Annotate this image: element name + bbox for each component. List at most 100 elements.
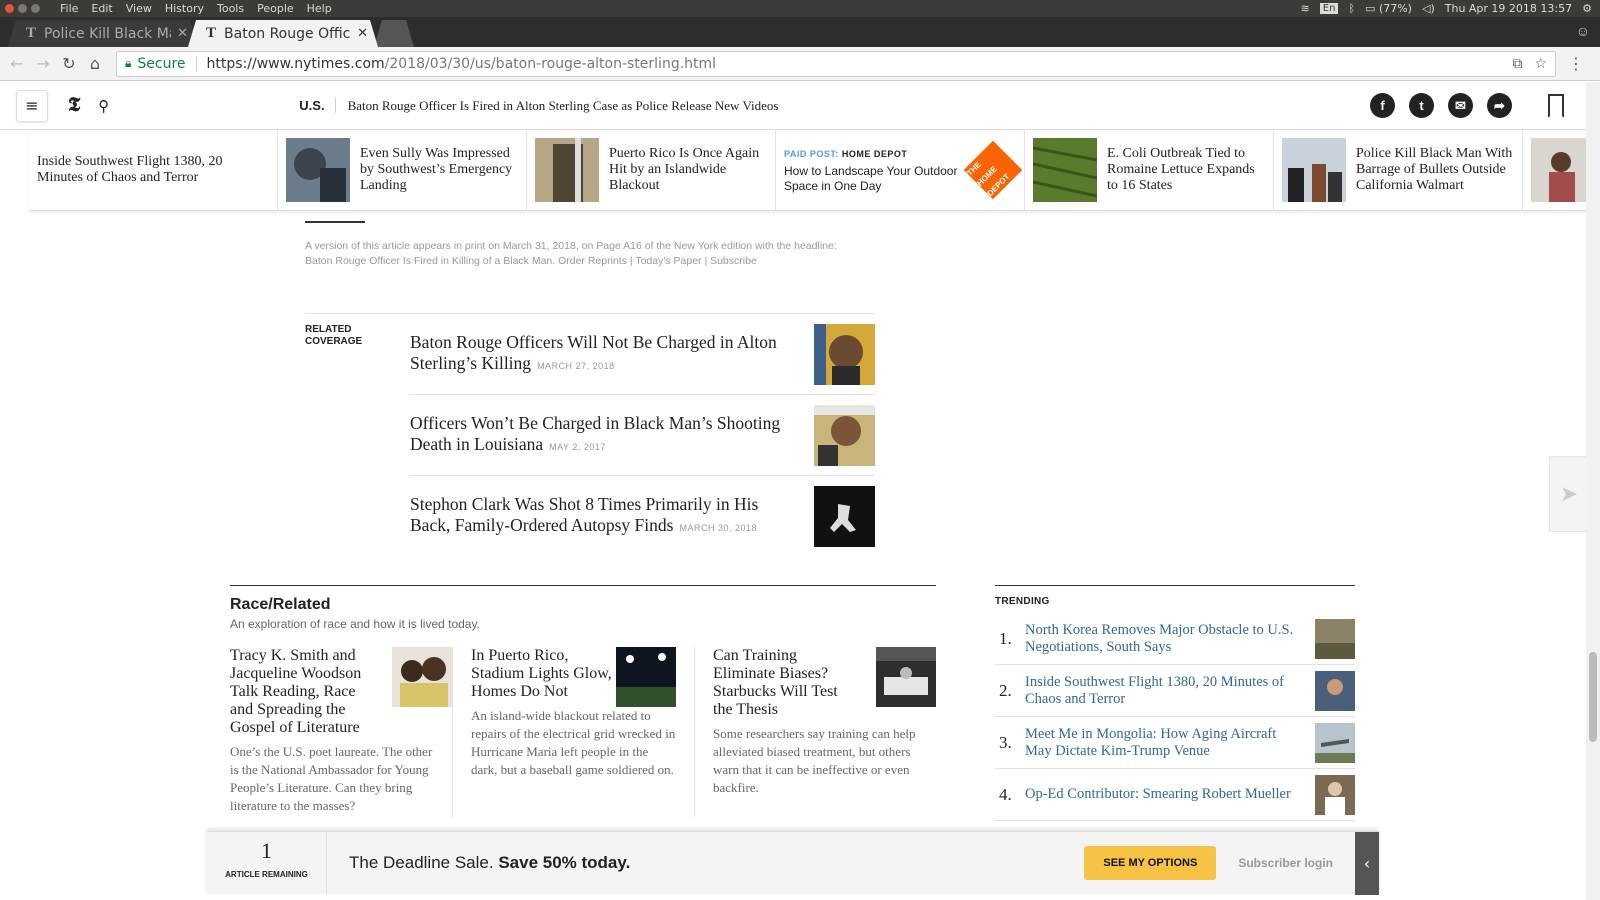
wifi-icon[interactable]: ≋ (1301, 2, 1310, 15)
email-icon[interactable]: ✉ (1448, 93, 1473, 118)
tab-baton-rouge[interactable]: T Baton Rouge Office ✕ (188, 20, 378, 47)
ad-label: PAID POST: HOME DEPOT (784, 146, 960, 162)
bluetooth-icon[interactable]: ᛒ (1348, 2, 1355, 15)
menu-edit[interactable]: Edit (91, 2, 112, 15)
url-text[interactable]: https://www.nytimes.com/2018/03/30/us/ba… (207, 56, 717, 72)
facebook-icon[interactable]: f (1370, 93, 1395, 118)
menu-help[interactable]: Help (307, 2, 332, 15)
race-related-item[interactable]: In Puerto Rico, Stadium Lights Glow, Hom… (452, 647, 694, 817)
race-item-title[interactable]: Can Training Eliminate Biases? Starbucks… (713, 647, 855, 719)
menu-view[interactable]: View (126, 2, 152, 15)
forward-arrow-icon[interactable]: → (30, 54, 56, 73)
ribbon-item-partial[interactable] (1523, 130, 1587, 210)
trending-title[interactable]: Meet Me in Mongolia: How Aging Aircraft … (1025, 726, 1315, 760)
see-my-options-button[interactable]: SEE MY OPTIONS (1084, 846, 1217, 880)
race-related-item[interactable]: Tracy K. Smith and Jacqueline Woodson Ta… (230, 647, 453, 817)
ribbon-title: Police Kill Black Man With Barrage of Bu… (1356, 146, 1513, 193)
trending-rank: 3. (999, 732, 1012, 752)
subscriber-login-link[interactable]: Subscriber login (1238, 856, 1333, 870)
trending-item[interactable]: 1. North Korea Removes Major Obstacle to… (995, 613, 1355, 665)
close-window-icon[interactable] (5, 4, 14, 13)
os-top-bar: File Edit View History Tools People Help… (0, 0, 1600, 17)
ribbon-item[interactable]: Even Sully Was Impressed by Southwest’s … (278, 130, 527, 210)
profile-icon[interactable]: ☺ (1576, 25, 1600, 47)
keyboard-language[interactable]: En (1319, 3, 1339, 14)
race-related-columns: Tracy K. Smith and Jacqueline Woodson Ta… (230, 647, 936, 817)
star-bookmark-icon[interactable]: ☆ (1534, 56, 1547, 72)
scrollbar-thumb[interactable] (1589, 652, 1597, 742)
race-related-item[interactable]: Can Training Eliminate Biases? Starbucks… (694, 647, 936, 817)
menu-people[interactable]: People (257, 2, 294, 15)
related-headline[interactable]: Stephon Clark Was Shot 8 Times Primarily… (410, 494, 790, 539)
related-headline[interactable]: Baton Rouge Officers Will Not Be Charged… (410, 332, 790, 377)
app-menu: File Edit View History Tools People Help (60, 2, 332, 15)
trending-title[interactable]: Op-Ed Contributor: Smearing Robert Muell… (1025, 786, 1315, 803)
battery-indicator[interactable]: ▭ (77%) (1365, 2, 1412, 15)
lock-icon[interactable]: 🔒︎ (125, 56, 131, 71)
settings-gear-icon[interactable]: ⚙ (1582, 2, 1592, 15)
volume-icon[interactable]: ◁) (1422, 2, 1435, 15)
clock[interactable]: Thu Apr 19 2018 13:57 (1445, 2, 1572, 15)
trending-thumbnail (1315, 618, 1355, 659)
menu-file[interactable]: File (60, 2, 78, 15)
search-icon[interactable]: ⚲ (98, 97, 109, 115)
window-controls[interactable] (5, 4, 40, 13)
translate-icon[interactable]: ⧉ (1512, 56, 1522, 72)
trending-item[interactable]: 2. Inside Southwest Flight 1380, 20 Minu… (995, 665, 1355, 717)
ribbon-thumbnail (535, 138, 599, 202)
tab-close-icon[interactable]: ✕ (357, 26, 368, 41)
related-item[interactable]: Stephon Clark Was Shot 8 Times Primarily… (410, 476, 875, 557)
ribbon-item[interactable]: E. Coli Outbreak Tied to Romaine Lettuce… (1025, 130, 1274, 210)
new-tab-button[interactable] (374, 20, 414, 47)
twitter-icon[interactable]: t (1409, 93, 1434, 118)
ribbon-ad[interactable]: PAID POST: HOME DEPOT How to Landscape Y… (776, 130, 1025, 210)
home-depot-logo: THE HOME DEPOT (963, 140, 1023, 200)
collapse-chevron-icon[interactable]: ‹ (1355, 831, 1379, 895)
trending-title[interactable]: Inside Southwest Flight 1380, 20 Minutes… (1025, 674, 1315, 708)
save-bookmark-icon[interactable] (1548, 93, 1564, 118)
url-host: https://www.nytimes.com (206, 55, 385, 72)
paywall-message-plain: The Deadline Sale. (349, 853, 494, 872)
trending-title[interactable]: North Korea Removes Major Obstacle to U.… (1025, 622, 1315, 656)
divider (305, 221, 365, 223)
related-headline[interactable]: Officers Won’t Be Charged in Black Man’s… (410, 413, 790, 458)
nyt-favicon-icon: T (26, 25, 37, 41)
trending-label: TRENDING (995, 596, 1050, 607)
next-article-arrow-icon[interactable]: ➤ (1549, 456, 1589, 532)
related-thumbnail (814, 323, 875, 385)
paywall-message-bold: Save 50% today. (498, 853, 631, 872)
race-item-title[interactable]: In Puerto Rico, Stadium Lights Glow, Hom… (471, 647, 613, 701)
hamburger-menu-icon[interactable]: ≡ (16, 89, 48, 122)
ribbon-item[interactable]: Police Kill Black Man With Barrage of Bu… (1274, 130, 1523, 210)
race-item-title[interactable]: Tracy K. Smith and Jacqueline Woodson Ta… (230, 647, 372, 737)
trending-item[interactable]: 3. Meet Me in Mongolia: How Aging Aircra… (995, 717, 1355, 769)
menu-tools[interactable]: Tools (217, 2, 244, 15)
menu-history[interactable]: History (165, 2, 204, 15)
address-bar[interactable]: 🔒︎ Secure https://www.nytimes.com/2018/0… (116, 50, 1556, 77)
related-item[interactable]: Officers Won’t Be Charged in Black Man’s… (410, 395, 875, 476)
minimize-window-icon[interactable] (18, 4, 27, 13)
nyt-logo-icon[interactable]: 𝕿 (68, 94, 80, 117)
related-thumbnail (814, 404, 875, 466)
tab-close-icon[interactable]: ✕ (177, 26, 188, 41)
secure-label[interactable]: Secure (137, 55, 197, 72)
battery-icon: ▭ (1365, 2, 1376, 15)
race-related-title[interactable]: Race/Related (230, 596, 936, 614)
back-arrow-icon[interactable]: ← (4, 54, 30, 73)
trending-item[interactable]: 4. Op-Ed Contributor: Smearing Robert Mu… (995, 769, 1355, 821)
ribbon-item[interactable]: Inside Southwest Flight 1380, 20 Minutes… (29, 130, 278, 210)
page-scrollbar[interactable] (1586, 82, 1600, 900)
reload-icon[interactable]: ↻ (56, 54, 82, 73)
browser-menu-icon[interactable]: ⋮ (1568, 54, 1584, 73)
related-item[interactable]: Baton Rouge Officers Will Not Be Charged… (410, 314, 875, 395)
ribbon-title: Puerto Rico Is Once Again Hit by an Isla… (609, 146, 760, 193)
section-label[interactable]: U.S. (299, 98, 336, 113)
trending-rank: 1. (999, 628, 1012, 648)
tab-police-kill[interactable]: T Police Kill Black Ma ✕ (8, 20, 198, 47)
ribbon-item[interactable]: Puerto Rico Is Once Again Hit by an Isla… (527, 130, 776, 210)
home-icon[interactable]: ⌂ (82, 54, 108, 73)
maximize-window-icon[interactable] (31, 4, 40, 13)
race-item-thumbnail (616, 647, 676, 707)
share-arrow-icon[interactable]: ➦ (1487, 93, 1512, 118)
ribbon-title: Even Sully Was Impressed by Southwest’s … (360, 146, 513, 193)
